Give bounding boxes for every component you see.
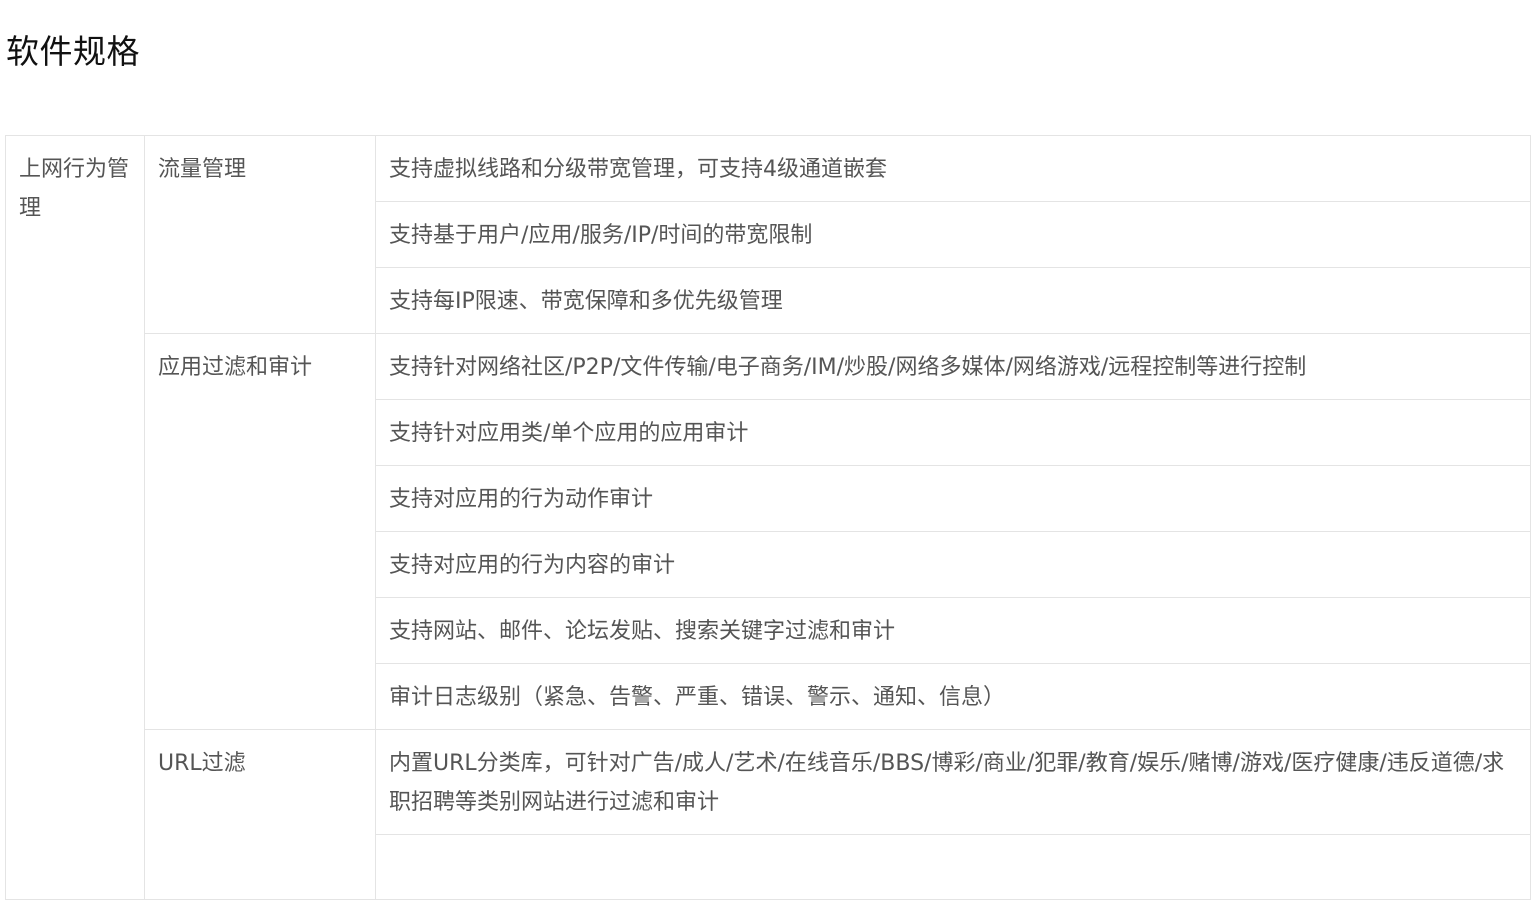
feature-cell: 内置URL分类库，可针对广告/成人/艺术/在线音乐/BBS/博彩/商业/犯罪/教… [375, 729, 1531, 835]
group-name-traffic: 流量管理 [144, 135, 376, 334]
category-cell: 上网行为管理 [5, 135, 145, 900]
group-name-app-filter: 应用过滤和审计 [144, 333, 376, 730]
table-row: 上网行为管理 流量管理 支持虚拟线路和分级带宽管理，可支持4级通道嵌套 [5, 135, 1531, 900]
table-row: 应用过滤和审计 支持针对网络社区/P2P/文件传输/电子商务/IM/炒股/网络多… [6, 333, 1531, 730]
group-name-url-filter: URL过滤 [144, 729, 376, 900]
feature-cell: 支持网站、邮件、论坛发贴、搜索关键字过滤和审计 [375, 597, 1531, 664]
feature-cell: 支持虚拟线路和分级带宽管理，可支持4级通道嵌套 [375, 135, 1531, 202]
spec-table: 上网行为管理 流量管理 支持虚拟线路和分级带宽管理，可支持4级通道嵌套 支持基于… [5, 135, 1531, 900]
feature-cell [375, 834, 1531, 900]
feature-cell: 支持对应用的行为动作审计 [375, 465, 1531, 532]
feature-cell: 支持对应用的行为内容的审计 [375, 531, 1531, 598]
feature-cell: 支持每IP限速、带宽保障和多优先级管理 [375, 267, 1531, 334]
table-row: URL过滤 内置URL分类库，可针对广告/成人/艺术/在线音乐/BBS/博彩/商… [6, 729, 1531, 900]
feature-cell: 支持针对网络社区/P2P/文件传输/电子商务/IM/炒股/网络多媒体/网络游戏/… [375, 333, 1531, 400]
page-title: 软件规格 [6, 32, 140, 71]
feature-cell: 支持基于用户/应用/服务/IP/时间的带宽限制 [375, 201, 1531, 268]
feature-cell: 审计日志级别（紧急、告警、严重、错误、警示、通知、信息） [375, 663, 1531, 730]
feature-cell: 支持针对应用类/单个应用的应用审计 [375, 399, 1531, 466]
